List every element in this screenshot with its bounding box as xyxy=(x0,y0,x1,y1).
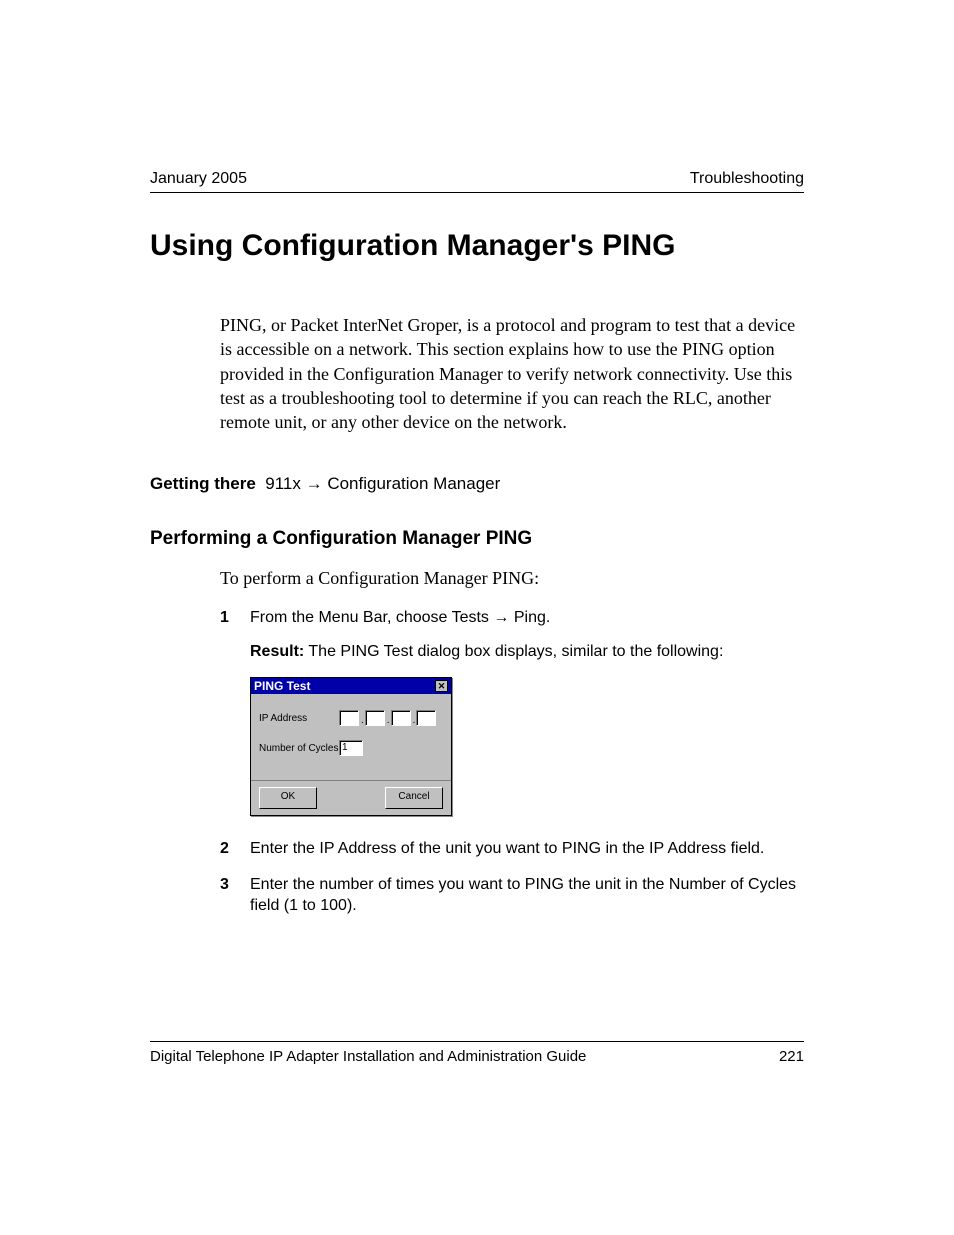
page-footer: Digital Telephone IP Adapter Installatio… xyxy=(150,1041,804,1065)
lead-sentence: To perform a Configuration Manager PING: xyxy=(220,568,804,589)
result-line: Result: The PING Test dialog box display… xyxy=(250,643,804,661)
ip-octet-3-input[interactable] xyxy=(391,710,411,726)
step-text: From the Menu Bar, choose Tests → Ping. xyxy=(250,607,804,629)
cycles-input[interactable]: 1 xyxy=(339,740,363,756)
result-label: Result: xyxy=(250,643,304,660)
getting-there-path-before: 911x xyxy=(265,474,301,493)
ip-octet-1-input[interactable] xyxy=(339,710,359,726)
dialog-button-row: OK Cancel xyxy=(251,780,451,815)
step-number: 1 xyxy=(220,607,250,629)
getting-there-line: Getting there 911x → Configuration Manag… xyxy=(150,474,804,494)
intro-paragraph: PING, or Packet InterNet Groper, is a pr… xyxy=(220,313,804,434)
step-number: 2 xyxy=(220,838,250,860)
step-3: 3 Enter the number of times you want to … xyxy=(220,874,804,917)
ip-dot: . xyxy=(387,715,390,726)
section-heading: Performing a Configuration Manager PING xyxy=(150,528,804,550)
cancel-button[interactable]: Cancel xyxy=(385,787,443,809)
header-date: January 2005 xyxy=(150,170,247,188)
ip-address-label: IP Address xyxy=(259,713,339,724)
ip-dot: . xyxy=(361,715,364,726)
footer-page-number: 221 xyxy=(779,1048,804,1065)
page-title: Using Configuration Manager's PING xyxy=(150,229,804,263)
header-chapter: Troubleshooting xyxy=(690,170,804,188)
getting-there-path-after: Configuration Manager xyxy=(327,474,500,493)
step-text: Enter the IP Address of the unit you wan… xyxy=(250,838,804,860)
step-1: 1 From the Menu Bar, choose Tests → Ping… xyxy=(220,607,804,629)
step-2: 2 Enter the IP Address of the unit you w… xyxy=(220,838,804,860)
dialog-titlebar: PING Test ✕ xyxy=(251,678,451,694)
result-text: The PING Test dialog box displays, simil… xyxy=(308,643,723,660)
ip-address-row: IP Address . . . xyxy=(259,710,443,726)
cycles-row: Number of Cycles 1 xyxy=(259,740,443,756)
step-1-before: From the Menu Bar, choose Tests xyxy=(250,609,489,626)
close-icon[interactable]: ✕ xyxy=(435,680,448,692)
dialog-body: IP Address . . . Number of Cycles 1 xyxy=(251,694,451,780)
arrow-icon: → xyxy=(493,609,509,626)
step-number: 3 xyxy=(220,874,250,917)
ping-test-dialog: PING Test ✕ IP Address . . . Number of C… xyxy=(250,677,452,816)
step-1-after: Ping. xyxy=(514,609,550,626)
getting-there-label: Getting there xyxy=(150,474,256,493)
ip-octet-4-input[interactable] xyxy=(416,710,436,726)
page-header: January 2005 Troubleshooting xyxy=(150,170,804,193)
ip-dot: . xyxy=(413,715,416,726)
footer-guide-name: Digital Telephone IP Adapter Installatio… xyxy=(150,1048,586,1065)
arrow-icon: → xyxy=(306,474,323,493)
dialog-title: PING Test xyxy=(254,679,310,693)
document-page: January 2005 Troubleshooting Using Confi… xyxy=(0,0,954,1235)
step-text: Enter the number of times you want to PI… xyxy=(250,874,804,917)
ok-button[interactable]: OK xyxy=(259,787,317,809)
ip-octet-2-input[interactable] xyxy=(365,710,385,726)
cycles-label: Number of Cycles xyxy=(259,743,339,754)
